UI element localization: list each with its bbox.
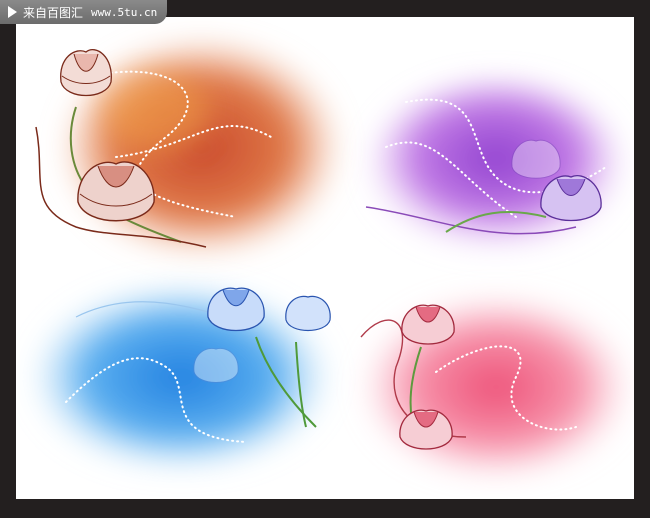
dark-frame: 来自百图汇 www.5tu.cn	[0, 0, 650, 518]
pink-panel	[360, 299, 626, 475]
orange-panel	[35, 42, 336, 252]
watermark-site: www.5tu.cn	[91, 5, 158, 19]
blue-panel	[36, 287, 331, 467]
artwork-canvas	[16, 17, 634, 499]
watermark-badge: 来自百图汇 www.5tu.cn	[0, 0, 168, 24]
play-triangle-icon	[8, 6, 17, 18]
purple-panel	[365, 82, 621, 252]
flower-illustration	[35, 42, 626, 475]
watermark-label: 来自百图汇	[23, 5, 84, 20]
